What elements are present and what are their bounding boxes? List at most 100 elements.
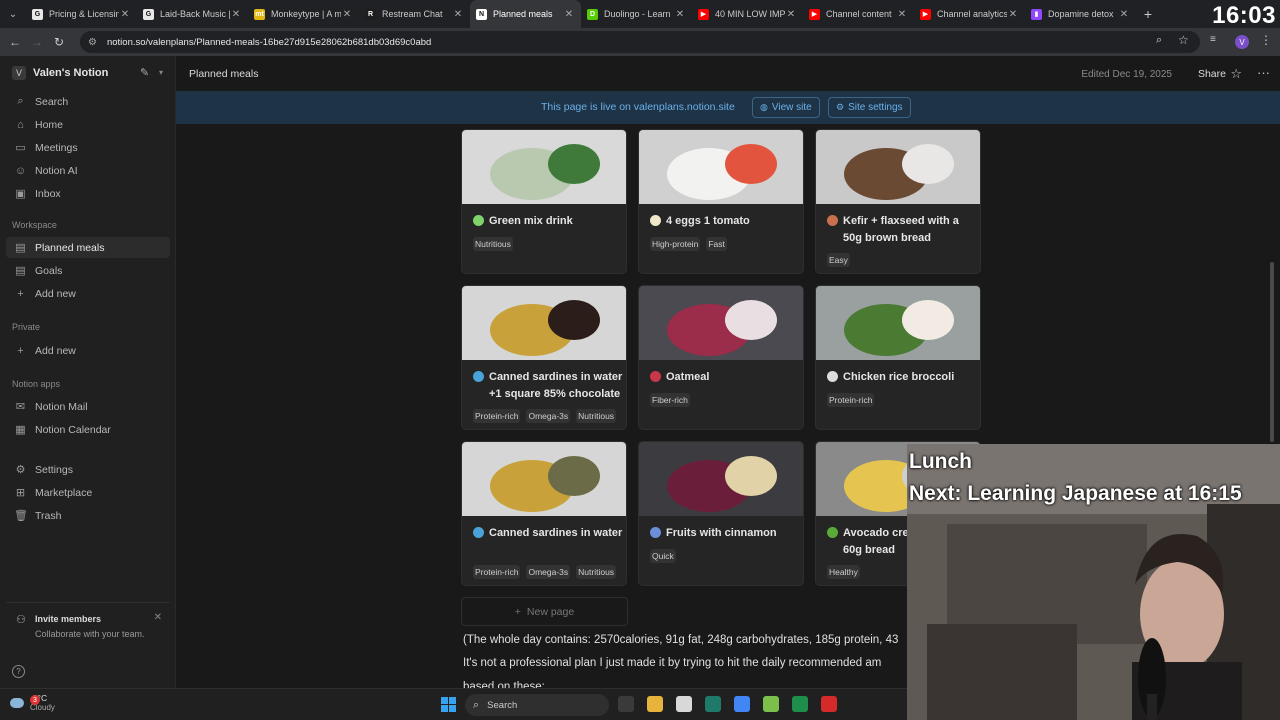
meal-tags: Protein-rich Omega-3s Nutritious	[473, 409, 617, 423]
new-page-button[interactable]: + New page	[461, 597, 628, 626]
meal-tag: Protein-rich	[473, 409, 521, 423]
share-button[interactable]: Share	[1198, 68, 1226, 80]
invite-members-card[interactable]: ⚇ Invite members Collaborate with your t…	[6, 602, 170, 646]
sidebar-item-inbox[interactable]: ▣ Inbox	[6, 183, 170, 204]
sidebar-item-label: Notion Calendar	[35, 423, 111, 436]
more-options-icon[interactable]: ···	[1257, 65, 1270, 80]
tab-close-icon[interactable]: ✕	[674, 9, 686, 20]
favorite-star-icon[interactable]: ☆	[1230, 66, 1242, 82]
help-icon[interactable]: ?	[12, 665, 25, 678]
meal-tag: Easy	[827, 253, 850, 267]
browser-menu-icon[interactable]: ⋮	[1260, 33, 1272, 47]
browser-tab-strip: ⌄ G Pricing & Licensin ✕ G Laid-Back Music |…	[0, 0, 1280, 29]
close-icon[interactable]: ✕	[154, 612, 162, 623]
browser-tab[interactable]: ▶ Channel content ✕	[803, 0, 914, 28]
browser-tab[interactable]: ▮ Dopamine detox ✕	[1025, 0, 1136, 28]
workspace-switcher[interactable]: V Valen's Notion	[12, 66, 108, 80]
reload-icon[interactable]: ↻	[48, 31, 70, 53]
sidebar-item-notion-mail[interactable]: ✉ Notion Mail	[6, 396, 170, 417]
tab-close-icon[interactable]: ✕	[452, 9, 464, 20]
bookmark-star-icon[interactable]: ☆	[1178, 33, 1189, 47]
chrome-icon[interactable]	[734, 696, 750, 712]
windows-taskbar: 3 -3°C Cloudy ⌕ Search	[0, 688, 907, 720]
sidebar-item-search[interactable]: ⌕ Search	[6, 91, 170, 112]
media-controls-icon[interactable]: ≡	[1210, 34, 1216, 45]
browser-tab[interactable]: D Duolingo - Learn ✕	[581, 0, 692, 28]
tab-title: 40 MIN LOW IMP	[715, 9, 785, 19]
browser-tab[interactable]: mt Monkeytype | A m ✕	[248, 0, 359, 28]
zoom-icon[interactable]: ⌕	[1156, 34, 1162, 47]
sidebar-item-planned-meals[interactable]: ▤ Planned meals	[6, 237, 170, 258]
meal-card[interactable]: Kefir + flaxseed with a 50g brown bread E…	[815, 129, 981, 274]
site-settings-button[interactable]: ⚙ Site settings	[828, 97, 911, 118]
meal-emoji-icon	[650, 527, 661, 538]
sidebar-item-marketplace[interactable]: ⊞ Marketplace	[6, 482, 170, 503]
browser-tab[interactable]: N Planned meals ✕	[470, 0, 581, 28]
sidebar-item-add-new[interactable]: + Add new	[6, 283, 170, 304]
view-site-button[interactable]: ◍ View site	[752, 97, 820, 118]
sidebar-item-settings[interactable]: ⚙ Settings	[6, 459, 170, 480]
file-explorer-icon[interactable]	[647, 696, 663, 712]
meal-tags: Nutritious	[473, 237, 513, 251]
youtube-icon: ▶	[920, 8, 931, 20]
meal-card[interactable]: 4 eggs 1 tomato High-protein Fast	[638, 129, 804, 274]
meal-tag: Omega-3s	[526, 409, 571, 423]
breadcrumb[interactable]: Planned meals	[189, 68, 258, 80]
meal-card[interactable]: Fruits with cinnamon Quick	[638, 441, 804, 586]
meal-card[interactable]: Oatmeal Fiber-rich	[638, 285, 804, 430]
meal-card[interactable]: Canned sardines in water +1 square 85% c…	[461, 285, 627, 430]
tab-close-icon[interactable]: ✕	[563, 9, 575, 20]
spreadsheet-icon[interactable]	[792, 696, 808, 712]
sidebar-item-goals[interactable]: ▤ Goals	[6, 260, 170, 281]
meal-title-text: Canned sardines in water	[489, 527, 623, 539]
sidebar-item-home[interactable]: ⌂ Home	[6, 114, 170, 135]
record-icon[interactable]	[821, 696, 837, 712]
meal-card[interactable]: Green mix drink Nutritious	[461, 129, 627, 274]
back-icon[interactable]: ←	[4, 31, 26, 53]
sidebar-item-meetings[interactable]: ▭ Meetings	[6, 137, 170, 158]
sidebar-item-add-new[interactable]: + Add new	[6, 340, 170, 361]
edited-timestamp: Edited Dec 19, 2025	[1081, 69, 1172, 80]
windows-start-icon[interactable]	[441, 697, 456, 712]
browser-tab[interactable]: G Pricing & Licensin ✕	[26, 0, 137, 28]
profile-avatar[interactable]: V	[1235, 35, 1249, 49]
url-bar[interactable]: ⚙ notion.so/valenplans/Planned-meals-16b…	[80, 31, 1200, 53]
browser-tab[interactable]: ▶ Channel analytics ✕	[914, 0, 1025, 28]
scrollbar[interactable]	[1270, 262, 1274, 442]
settings-icon: ⚙	[15, 464, 26, 476]
browser-tab[interactable]: ▶ 40 MIN LOW IMP ✕	[692, 0, 803, 28]
plan-note-continued: based on these:	[463, 681, 545, 688]
sidebar-item-notion-calendar[interactable]: ▦ Notion Calendar	[6, 419, 170, 440]
chevron-down-icon[interactable]: ▾	[159, 68, 163, 77]
tab-close-icon[interactable]: ✕	[119, 9, 131, 20]
tab-close-icon[interactable]: ✕	[341, 9, 353, 20]
meal-card[interactable]: Chicken rice broccoli Protein-rich	[815, 285, 981, 430]
tab-close-icon[interactable]: ✕	[785, 9, 797, 20]
section-workspace: Workspace	[12, 220, 57, 230]
browser-tab[interactable]: G Laid-Back Music | ✕	[137, 0, 248, 28]
banner-text: This page is live on valenplans.notion.s…	[541, 101, 735, 113]
tab-close-icon[interactable]: ✕	[1007, 9, 1019, 20]
sheets-icon[interactable]	[763, 696, 779, 712]
tab-search-button[interactable]: ⌄	[0, 0, 26, 28]
sidebar-item-trash[interactable]: 🗑 Trash	[6, 505, 170, 526]
forward-icon[interactable]: →	[26, 31, 48, 53]
browser-tab[interactable]: R Restream Chat ✕	[359, 0, 470, 28]
meal-card[interactable]: Canned sardines in water Protein-rich Omeg…	[461, 441, 627, 586]
new-tab-button[interactable]: +	[1136, 6, 1160, 22]
sidebar-item-notion-ai[interactable]: ☺ Notion AI	[6, 160, 170, 181]
sidebar-item-label: Add new	[35, 287, 76, 300]
obs-icon[interactable]	[676, 696, 692, 712]
tab-close-icon[interactable]: ✕	[1118, 9, 1130, 20]
site-info-icon[interactable]: ⚙	[88, 37, 97, 48]
taskbar-search[interactable]: ⌕ Search	[465, 694, 609, 716]
new-page-icon[interactable]: ✎	[140, 66, 149, 79]
tab-close-icon[interactable]: ✕	[230, 9, 242, 20]
meal-title: Green mix drink	[473, 213, 623, 230]
meal-tag: Fiber-rich	[650, 393, 690, 407]
weather-widget[interactable]: 3 -3°C Cloudy	[10, 693, 55, 713]
monitor-icon[interactable]	[705, 696, 721, 712]
terminal-icon[interactable]	[618, 696, 634, 712]
tab-close-icon[interactable]: ✕	[896, 9, 908, 20]
section-private: Private	[12, 322, 41, 332]
